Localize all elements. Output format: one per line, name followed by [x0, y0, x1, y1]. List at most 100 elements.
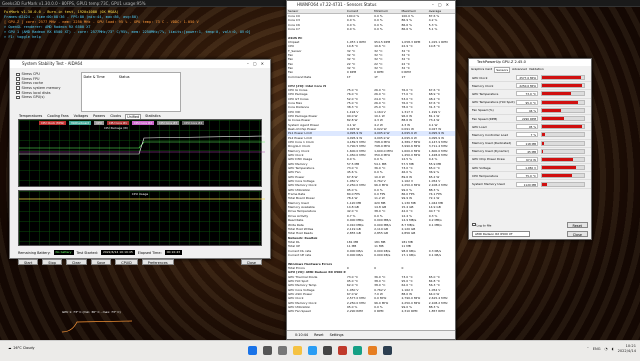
status-header: Status — [118, 75, 130, 79]
cpuid-button[interactable]: CPUID — [115, 259, 138, 265]
hwinfo-titlebar[interactable]: HWiNFO64 v7.22-4731 - Sensors Status –▢✕ — [287, 1, 455, 9]
sensor-graph — [541, 91, 585, 97]
gpuz-reset-button[interactable]: Reset — [566, 222, 588, 228]
check-stress-memory[interactable]: Stress system memory — [16, 86, 61, 91]
sensor-label[interactable]: CPU Temperature — [472, 174, 516, 178]
sensor-name: GPU Fan Speed — [288, 309, 311, 314]
status-table: Date & Time Status — [80, 72, 181, 112]
gpuz-sensor-row: GPU Voltage 1.050 V — [469, 164, 591, 173]
hwinfo-elapsed: 0:10:44 — [295, 333, 309, 337]
sensor-label[interactable]: Memory Clock — [472, 84, 516, 88]
hwinfo-status-bar: 0:10:44 Reset Settings — [287, 330, 455, 339]
sensor-label[interactable]: GPU Temperature — [472, 92, 516, 96]
hwinfo-sensor-table[interactable]: Core C0 100.0 % 0.0 % 100.0 % 87.6 % Core C3 0… — [287, 14, 455, 314]
hwinfo-settings-button[interactable]: Settings — [330, 333, 344, 337]
sensor-label[interactable]: GPU Chip Power Draw — [472, 157, 516, 161]
chevron-up-icon[interactable]: ˄ — [587, 347, 589, 351]
sensor-graph — [541, 107, 585, 113]
furmark-icon[interactable] — [368, 346, 377, 355]
sensor-label[interactable]: Fan Speed (RPM) — [472, 117, 516, 121]
gpuz-sensor-row: Memory Used (Dynamic) 45 MB — [469, 148, 591, 156]
gpuz-sensor-row: CPU Temperature 75.0 °C — [469, 172, 591, 181]
gpuz-close-button[interactable]: Close — [566, 231, 588, 237]
sensor-value: 1.050 V — [516, 165, 538, 171]
check-stress-gpu[interactable]: Stress GPU(s) — [16, 95, 61, 100]
preferences-button[interactable]: Preferences — [141, 259, 174, 265]
tab-sensors[interactable]: Sensors — [494, 67, 511, 73]
sensor-value: 2290 RPM — [516, 116, 538, 122]
sensor-row[interactable]: GPU Fan Speed 2,290 RPM 0 RPM 2,310 RPM 1,85… — [287, 309, 455, 313]
unified-graph: CPU Clock (MHz) Motherboard CPU CPU Core… — [18, 119, 265, 187]
start-icon[interactable] — [248, 346, 257, 355]
save-button[interactable]: Save — [90, 259, 112, 265]
stress-options: Stress CPU Stress FPU Stress cache Stres… — [16, 72, 61, 110]
sensor-graph — [541, 173, 585, 179]
tab-advanced[interactable]: Advanced — [512, 67, 527, 73]
search-icon[interactable] — [263, 346, 272, 355]
col-sensor[interactable]: Sensor — [287, 9, 346, 13]
tab-graphics-card[interactable]: Graphics Card — [471, 67, 492, 73]
network-icon[interactable]: ◔ — [605, 347, 608, 351]
sensor-label[interactable]: Memory Used (Dynamic) — [472, 149, 516, 153]
sensor-graph — [541, 156, 585, 162]
hwinfo-icon[interactable] — [383, 346, 392, 355]
cpu-usage-line — [19, 198, 265, 200]
window-controls[interactable]: –▢✕ — [247, 60, 268, 68]
ssu-titlebar[interactable]: System Stability Test - AIDA64 –▢✕ — [10, 60, 270, 68]
sensor-value: 73.0 °C — [516, 91, 538, 97]
hwinfo-sensors-window: HWiNFO64 v7.22-4731 - Sensors Status –▢✕… — [286, 0, 456, 340]
col-maximum[interactable]: Maximum — [400, 9, 427, 13]
clear-button[interactable]: Clear — [66, 259, 87, 265]
ssu-title: System Stability Test - AIDA64 — [22, 61, 83, 66]
sensor-graph — [541, 165, 585, 171]
log-to-file-checkbox[interactable]: Log to file — [472, 222, 491, 227]
gpuz-sensor-row: System Memory Used 1120 MB — [469, 180, 591, 189]
sensor-current: 2,290 RPM — [346, 309, 363, 314]
file-explorer-icon[interactable] — [293, 346, 302, 355]
sensor-graph — [541, 116, 585, 122]
sensor-label[interactable]: GPU Load — [472, 125, 516, 129]
gpu-select[interactable]: AMD Radeon RX 6500 XT — [472, 231, 530, 237]
sensor-label[interactable]: GPU Clock — [472, 76, 516, 80]
taskbar: ☁ 26°C Cloudy ˄ ENG ◔ ◖ 10:21 2022/4/14 — [0, 340, 640, 361]
sensor-graph — [541, 148, 585, 154]
sensor-graph — [541, 140, 585, 146]
hwinfo-reset-button[interactable]: Reset — [314, 333, 323, 337]
task-view-icon[interactable] — [278, 346, 287, 355]
window-controls[interactable]: –▢✕ — [432, 1, 453, 9]
close-button[interactable]: Close — [240, 259, 262, 265]
volume-icon[interactable]: ◖ — [612, 347, 614, 351]
cloud-icon: ☁ — [8, 346, 12, 350]
unified-graph-lines — [19, 135, 265, 155]
gpuz-icon[interactable] — [353, 346, 362, 355]
language-indicator[interactable]: ENG — [593, 347, 601, 351]
sensor-label[interactable]: GPU Voltage — [472, 166, 516, 170]
sensor-graph — [541, 181, 585, 187]
sensor-label[interactable]: GPU Temperature (Hot Spot) — [472, 100, 516, 104]
edge-icon[interactable] — [308, 346, 317, 355]
sensor-label[interactable]: Fan Speed (%) — [472, 108, 516, 112]
ssu-status-bar: Remaining Battery: No battery Test Start… — [10, 248, 270, 257]
col-average[interactable]: Average — [428, 9, 455, 13]
col-current[interactable]: Current — [346, 9, 373, 13]
aida64-icon[interactable] — [338, 346, 347, 355]
sensor-graph — [541, 99, 585, 105]
sensor-label[interactable]: System Memory Used — [472, 182, 516, 186]
elapsed-time-value: 00:10:43 — [164, 250, 183, 255]
stop-button[interactable]: Stop — [42, 259, 63, 265]
store-icon[interactable] — [323, 346, 332, 355]
clock[interactable]: 10:21 2022/4/14 — [618, 344, 636, 354]
gpuz-sensor-row: Memory Controller Load 7 % — [469, 131, 591, 140]
sensor-graph — [541, 75, 585, 81]
gpuz-sensor-list: GPU Clock 2577.0 MHz Memory Clock 2250.0 MH… — [469, 74, 591, 189]
start-button[interactable]: Start — [18, 259, 39, 265]
sensor-label[interactable]: Memory Controller Load — [472, 133, 516, 137]
gpuz-titlebar[interactable]: TechPowerUp GPU-Z 2.45.0 — [469, 59, 591, 66]
sensor-value: 95.0 °C — [516, 99, 538, 105]
tab-validation[interactable]: Validation — [529, 67, 544, 73]
ssu-buttons: Start Stop Clear Save CPUID Preferences … — [10, 257, 270, 267]
col-minimum[interactable]: Minimum — [373, 9, 400, 13]
weather-widget[interactable]: ☁ 26°C Cloudy — [8, 346, 35, 350]
remaining-battery-value: No battery — [53, 250, 74, 255]
sensor-label[interactable]: Memory Used (Dedicated) — [472, 141, 516, 145]
